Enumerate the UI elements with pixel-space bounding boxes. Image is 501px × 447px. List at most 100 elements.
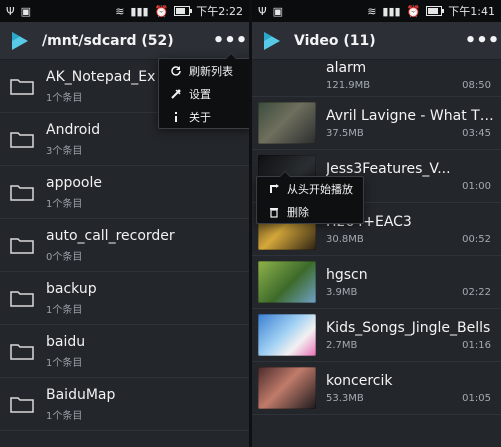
folder-count: 1个条目 bbox=[46, 410, 83, 422]
menu-item-about[interactable]: 关于 bbox=[159, 105, 249, 128]
video-size: 3.9MB bbox=[326, 286, 358, 298]
app-bar: /mnt/sdcard (52) ••• bbox=[0, 22, 249, 60]
folder-row[interactable]: baidu 1个条目 bbox=[0, 325, 249, 378]
video-thumbnail bbox=[258, 314, 316, 356]
folder-name: appoole bbox=[46, 174, 102, 191]
status-bar: Ψ ▣ ≋ ▮▮▮ ⏰ 下午2:22 bbox=[0, 0, 249, 22]
folder-name: backup bbox=[46, 280, 97, 297]
video-row[interactable]: alarm 121.9MB 08:50 bbox=[252, 60, 501, 97]
video-size: 121.9MB bbox=[326, 79, 371, 91]
menu-item-refresh[interactable]: 刷新列表 bbox=[159, 59, 249, 82]
folder-name: AK_Notepad_Ex bbox=[46, 68, 156, 85]
folder-name: BaiduMap bbox=[46, 386, 116, 403]
video-size: 53.3MB bbox=[326, 392, 364, 404]
menu-item-delete[interactable]: 删除 bbox=[257, 200, 363, 223]
folder-row[interactable]: backup 1个条目 bbox=[0, 272, 249, 325]
menu-item-label: 从头开始播放 bbox=[287, 182, 353, 196]
video-duration: 02:22 bbox=[462, 286, 491, 298]
video-row[interactable]: hgscn 3.9MB 02:22 bbox=[252, 256, 501, 309]
video-duration: 00:52 bbox=[462, 233, 491, 245]
folder-icon bbox=[10, 238, 34, 254]
popup-caret bbox=[279, 171, 291, 177]
page-title: Video (11) bbox=[294, 32, 376, 49]
video-title: hgscn bbox=[326, 266, 368, 283]
page-title: /mnt/sdcard (52) bbox=[42, 32, 174, 49]
folder-row[interactable]: BaiduMap 1个条目 bbox=[0, 378, 249, 431]
wifi-icon: ≋ bbox=[367, 4, 377, 18]
app-logo-icon[interactable] bbox=[260, 29, 284, 53]
folder-row[interactable]: auto_call_recorder 0个条目 bbox=[0, 219, 249, 272]
video-list: alarm 121.9MB 08:50 Avril Lavigne - What… bbox=[252, 60, 501, 447]
alarm-icon: ⏰ bbox=[154, 4, 169, 18]
signal-icon: ▮▮▮ bbox=[130, 4, 149, 18]
video-title: koncercik bbox=[326, 372, 393, 389]
video-duration: 01:05 bbox=[462, 392, 491, 404]
video-title: Jess3Features_V... bbox=[326, 160, 451, 177]
status-time: 下午2:22 bbox=[196, 5, 243, 18]
folder-row[interactable]: appoole 1个条目 bbox=[0, 166, 249, 219]
folder-count: 1个条目 bbox=[46, 198, 83, 210]
folder-name: Android bbox=[46, 121, 101, 138]
folder-name: baidu bbox=[46, 333, 86, 350]
menu-item-label: 删除 bbox=[287, 205, 309, 219]
video-duration: 03:45 bbox=[462, 127, 491, 139]
folder-icon bbox=[10, 79, 34, 95]
wifi-icon: ≋ bbox=[115, 4, 125, 18]
overflow-menu-button[interactable]: ••• bbox=[463, 22, 501, 60]
status-time: 下午1:41 bbox=[448, 5, 495, 18]
context-popup-menu: 从头开始播放 删除 bbox=[256, 171, 364, 224]
usb-icon: Ψ bbox=[6, 4, 15, 18]
signal-icon: ▮▮▮ bbox=[382, 4, 401, 18]
app-logo-icon[interactable] bbox=[8, 29, 32, 53]
menu-item-settings[interactable]: 设置 bbox=[159, 82, 249, 105]
android-debug-icon: ▣ bbox=[20, 4, 32, 18]
menu-item-label: 刷新列表 bbox=[189, 64, 233, 78]
video-duration: 08:50 bbox=[462, 79, 491, 91]
video-size: 37.5MB bbox=[326, 127, 364, 139]
video-thumbnail bbox=[258, 367, 316, 409]
folder-icon bbox=[10, 344, 34, 360]
replay-icon bbox=[267, 182, 281, 196]
battery-icon bbox=[174, 6, 193, 16]
video-row[interactable]: Avril Lavigne - What Th... 37.5MB 03:45 bbox=[252, 97, 501, 150]
overflow-popup-menu: 刷新列表 设置 关于 bbox=[158, 53, 249, 129]
folder-icon bbox=[10, 397, 34, 413]
status-bar: Ψ ▣ ≋ ▮▮▮ ⏰ 下午1:41 bbox=[252, 0, 501, 22]
video-title: Kids_Songs_Jingle_Bells bbox=[326, 319, 491, 336]
video-thumbnail bbox=[258, 102, 316, 144]
folder-count: 1个条目 bbox=[46, 304, 83, 316]
video-row[interactable]: Kids_Songs_Jingle_Bells 2.7MB 01:16 bbox=[252, 309, 501, 362]
video-duration: 01:16 bbox=[462, 339, 491, 351]
folder-icon bbox=[10, 132, 34, 148]
android-debug-icon: ▣ bbox=[272, 4, 284, 18]
popup-caret bbox=[225, 53, 237, 59]
file-browser-screen: Ψ ▣ ≋ ▮▮▮ ⏰ 下午2:22 /mnt/sdcard (52) ••• bbox=[0, 0, 249, 447]
video-row[interactable]: koncercik 53.3MB 01:05 bbox=[252, 362, 501, 415]
refresh-icon bbox=[169, 64, 183, 78]
dual-screenshot: Ψ ▣ ≋ ▮▮▮ ⏰ 下午2:22 /mnt/sdcard (52) ••• bbox=[0, 0, 501, 447]
folder-count: 1个条目 bbox=[46, 92, 83, 104]
folder-icon bbox=[10, 291, 34, 307]
video-list-screen: Ψ ▣ ≋ ▮▮▮ ⏰ 下午1:41 Video (11) ••• alarm … bbox=[252, 0, 501, 447]
folder-name: auto_call_recorder bbox=[46, 227, 175, 244]
folder-icon bbox=[10, 185, 34, 201]
folder-count: 3个条目 bbox=[46, 145, 83, 157]
video-thumbnail bbox=[258, 261, 316, 303]
video-size: 30.8MB bbox=[326, 233, 364, 245]
usb-icon: Ψ bbox=[258, 4, 267, 18]
trash-icon bbox=[267, 205, 281, 219]
folder-count: 1个条目 bbox=[46, 357, 83, 369]
info-icon bbox=[169, 110, 183, 124]
folder-count: 0个条目 bbox=[46, 251, 83, 263]
battery-icon bbox=[426, 6, 445, 16]
video-title: alarm bbox=[326, 60, 367, 76]
menu-item-play-from-start[interactable]: 从头开始播放 bbox=[257, 177, 363, 200]
video-duration: 01:00 bbox=[462, 180, 491, 192]
menu-item-label: 设置 bbox=[189, 87, 211, 101]
alarm-icon: ⏰ bbox=[406, 4, 421, 18]
video-title: Avril Lavigne - What Th... bbox=[326, 107, 496, 124]
video-size: 2.7MB bbox=[326, 339, 358, 351]
app-bar: Video (11) ••• bbox=[252, 22, 501, 60]
menu-item-label: 关于 bbox=[189, 110, 211, 124]
settings-tools-icon bbox=[169, 87, 183, 101]
